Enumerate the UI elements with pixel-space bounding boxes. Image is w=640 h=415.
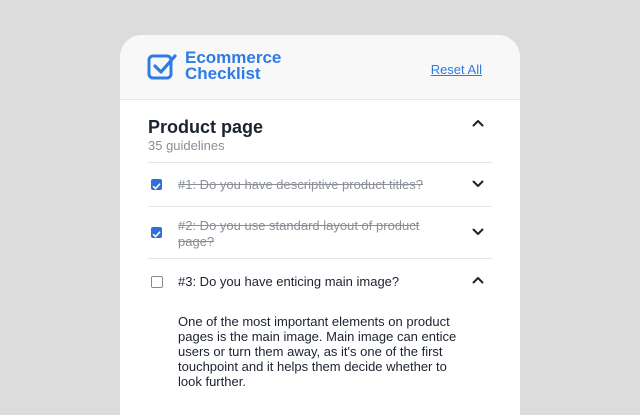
header: Ecommerce Checklist Reset All — [120, 35, 520, 100]
reset-all-link[interactable]: Reset All — [431, 62, 482, 77]
section-title: Product page — [148, 117, 264, 137]
section-subtitle: 35 guidelines — [148, 138, 225, 153]
checkbox-unchecked[interactable] — [151, 276, 163, 288]
chevron-up-icon[interactable] — [472, 119, 484, 127]
logo-line2: Checklist — [185, 64, 261, 83]
check-icon — [152, 231, 161, 238]
item-description: One of the most important elements on pr… — [178, 314, 457, 389]
checkbox-checked[interactable] — [151, 227, 162, 238]
chevron-down-icon[interactable] — [472, 228, 484, 236]
app-logo-text: Ecommerce Checklist — [185, 49, 281, 83]
checkbox-checked[interactable] — [151, 179, 162, 190]
check-icon — [152, 183, 161, 190]
section-product-page[interactable]: Product page 35 guidelines — [148, 117, 492, 153]
checklist-item[interactable]: #3: Do you have enticing main image? — [148, 258, 492, 305]
item-label: #2: Do you use standard layout of produc… — [178, 218, 420, 249]
checklist-item[interactable]: #1: Do you have descriptive product titl… — [148, 162, 492, 207]
item-label: #1: Do you have descriptive product titl… — [178, 177, 423, 192]
chevron-up-icon[interactable] — [472, 276, 484, 284]
checkbox-check-icon — [147, 54, 177, 80]
item-label: #3: Do you have enticing main image? — [178, 274, 400, 289]
checklist-item[interactable]: #2: Do you use standard layout of produc… — [148, 206, 492, 259]
checklist-panel: Ecommerce Checklist Reset All Product pa… — [120, 35, 520, 415]
chevron-down-icon[interactable] — [472, 180, 484, 188]
